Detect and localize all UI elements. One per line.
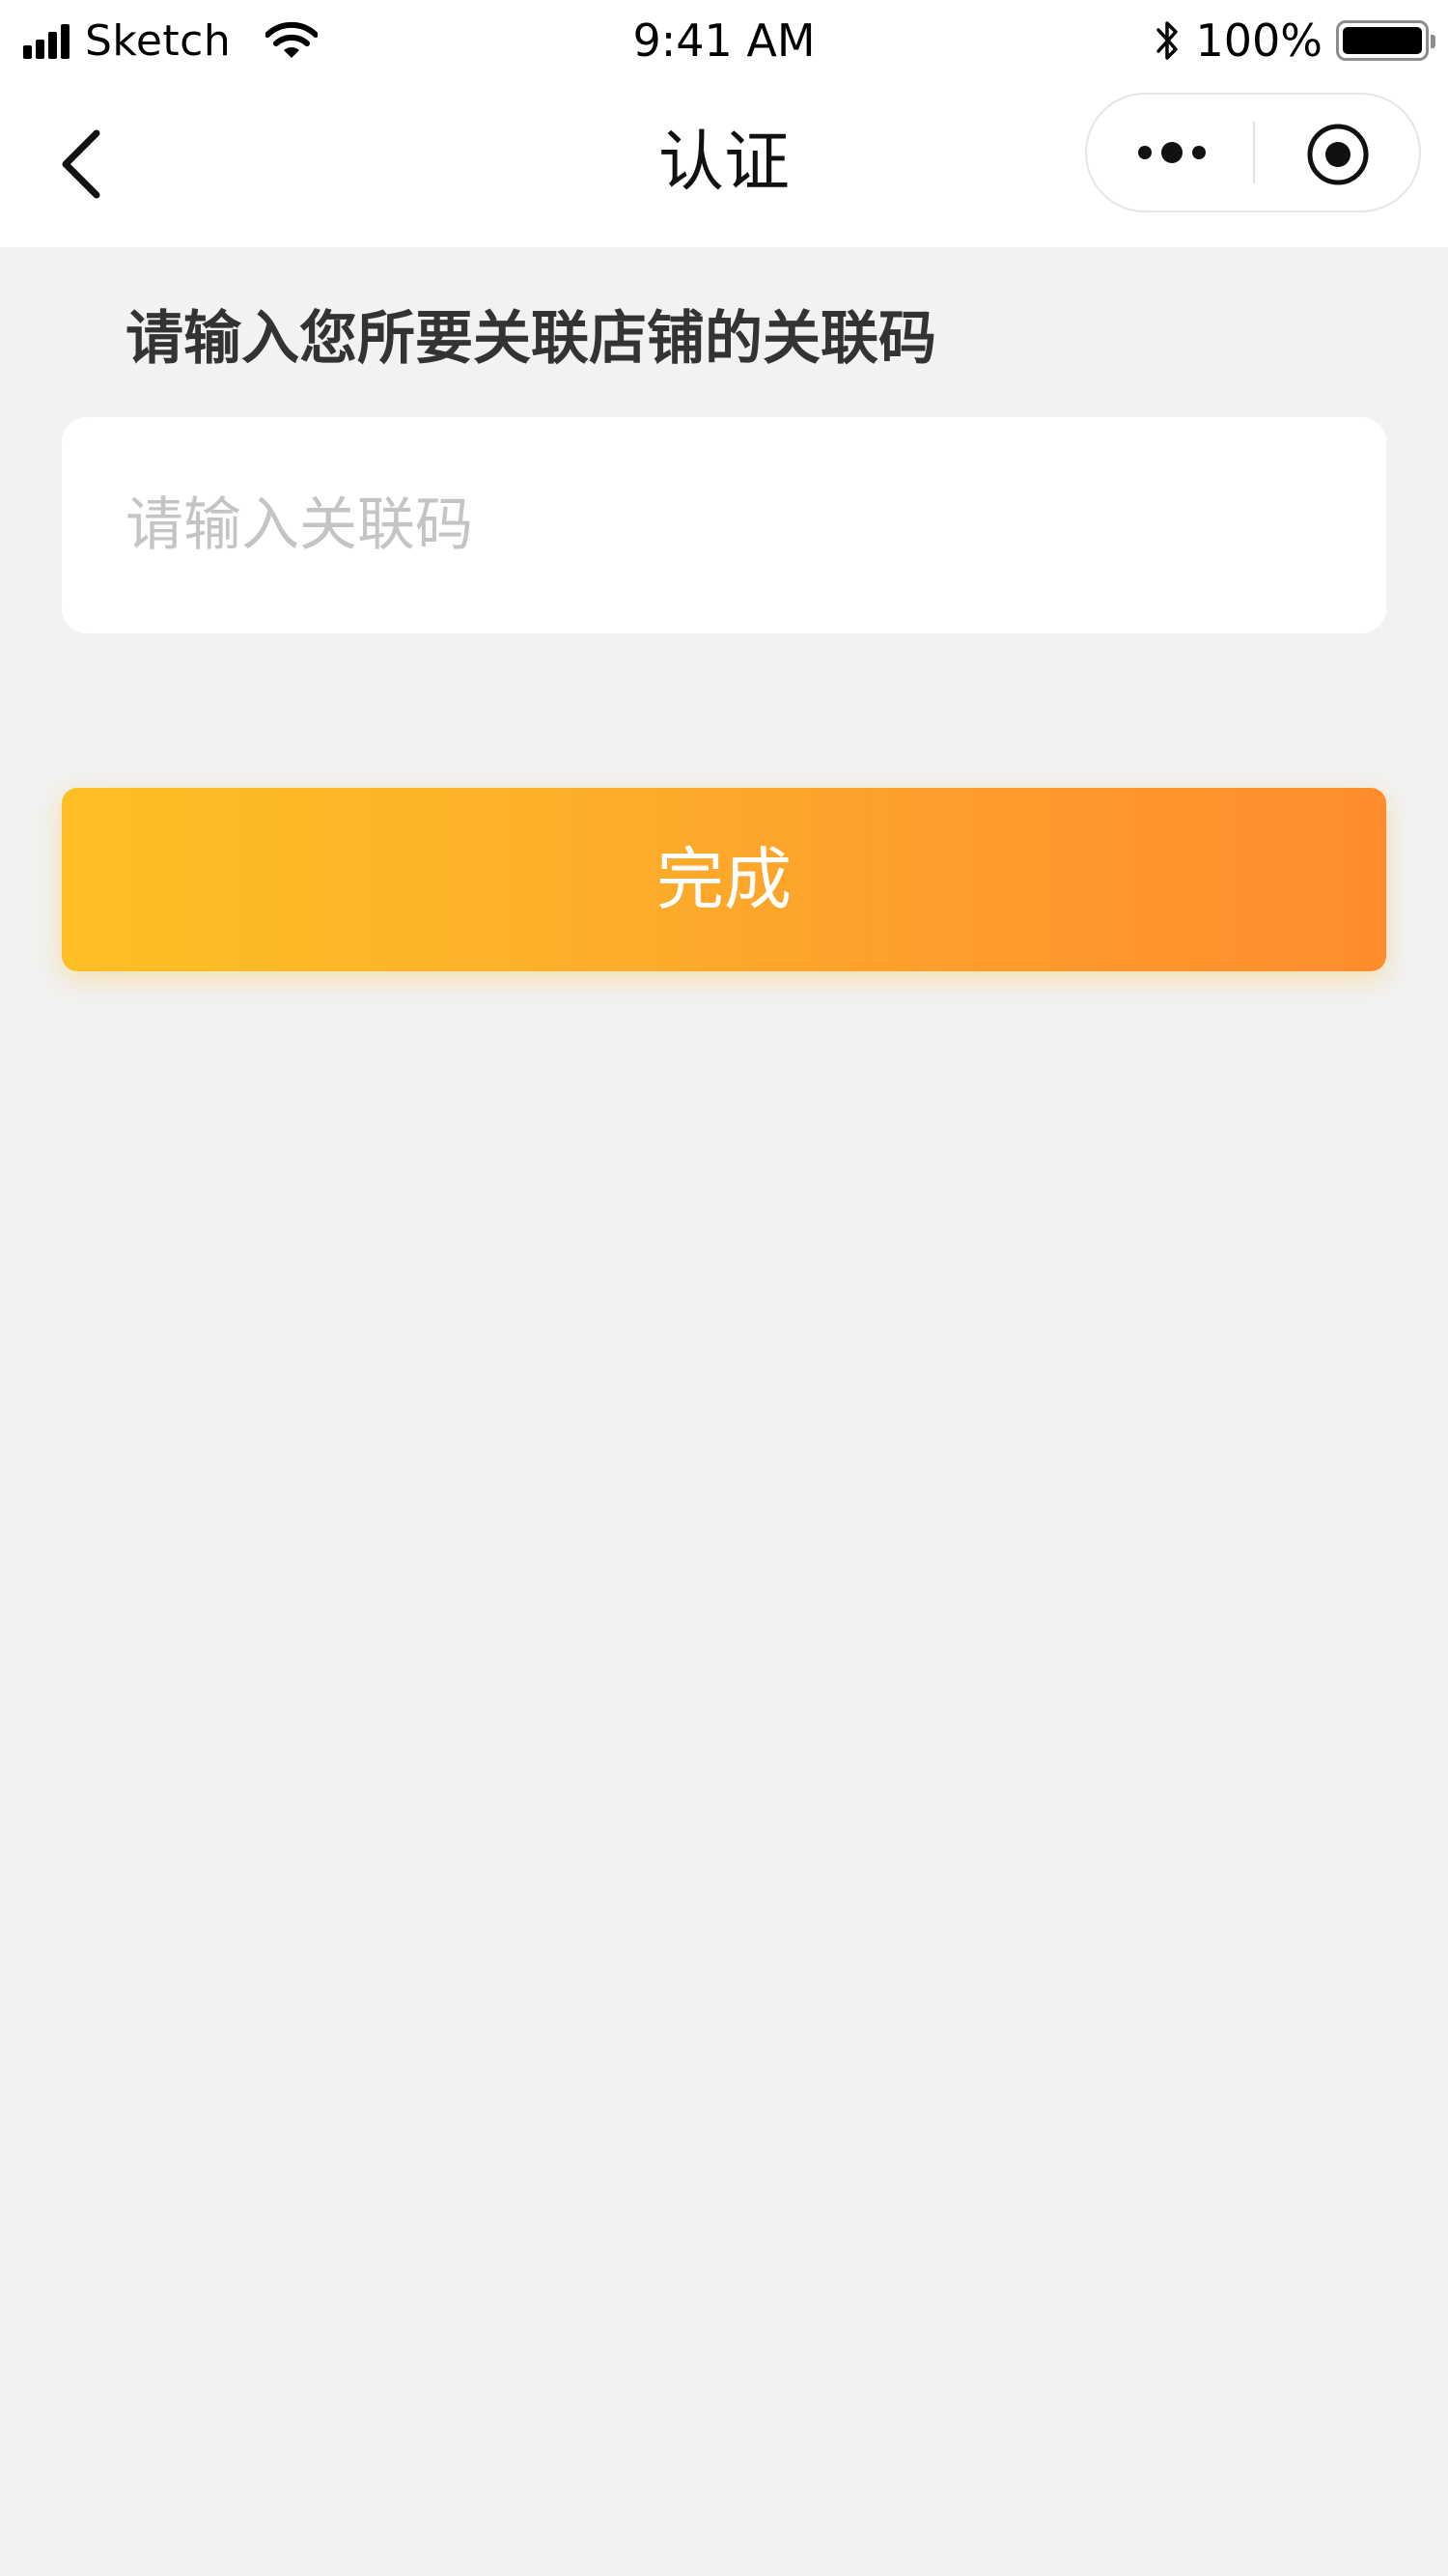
status-bar-right: 100%: [1155, 12, 1435, 70]
battery-icon: [1336, 20, 1435, 61]
bluetooth-icon: [1155, 18, 1182, 63]
more-dots-icon: [1138, 142, 1206, 163]
done-button[interactable]: 完成: [62, 788, 1386, 971]
status-bar: Sketch 9:41 AM 100%: [0, 0, 1448, 81]
battery-percentage: 100%: [1195, 14, 1323, 67]
navigation-bar: 认证: [0, 81, 1448, 247]
battery-level: [1343, 27, 1422, 54]
battery-nub: [1431, 35, 1435, 48]
mini-program-capsule: [1085, 93, 1421, 212]
close-target-icon: [1307, 124, 1369, 185]
association-code-field: [62, 417, 1386, 633]
close-button[interactable]: [1255, 95, 1421, 210]
association-code-prompt: 请输入您所要关联店铺的关联码: [125, 305, 936, 373]
more-button[interactable]: [1087, 95, 1253, 210]
association-code-input[interactable]: [125, 417, 1342, 633]
